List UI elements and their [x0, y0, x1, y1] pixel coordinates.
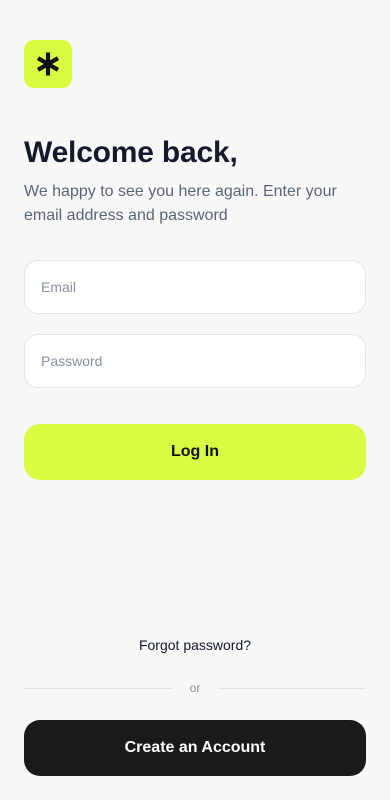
- create-account-button-label: Create an Account: [124, 739, 266, 756]
- page-title: Welcome back,: [24, 136, 238, 169]
- forgot-password-link[interactable]: Forgot password?: [0, 636, 390, 654]
- login-screen: Welcome back, We happy to see you here a…: [0, 0, 390, 800]
- password-field[interactable]: [24, 334, 366, 388]
- create-account-button[interactable]: Create an Account: [24, 720, 366, 776]
- app-logo: [24, 40, 72, 88]
- login-button[interactable]: Log In: [24, 424, 366, 480]
- page-subtitle: We happy to see you here again. Enter yo…: [24, 183, 337, 224]
- divider-line-right: [218, 688, 366, 689]
- email-field[interactable]: [24, 260, 366, 314]
- asterisk-icon: [35, 51, 61, 77]
- login-button-label: Log In: [171, 443, 219, 460]
